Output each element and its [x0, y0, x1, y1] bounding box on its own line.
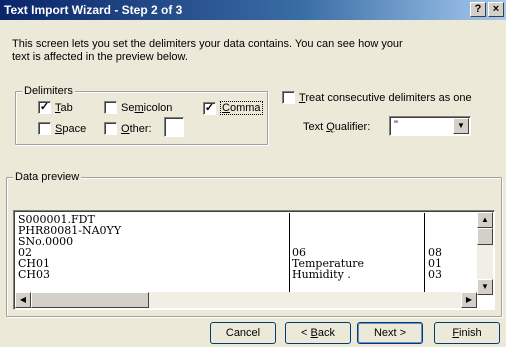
comma-checkbox[interactable]: ✓ Comma — [203, 101, 263, 115]
delimiters-group: Delimiters — [15, 85, 268, 145]
text-qualifier-label: Text Qualifier: — [303, 121, 371, 133]
space-checkbox[interactable]: Space — [38, 122, 86, 135]
help-button[interactable]: ? — [470, 2, 486, 17]
scroll-down-icon[interactable]: ▼ — [477, 279, 493, 295]
finish-button[interactable]: Finish — [434, 322, 500, 344]
column-break[interactable] — [289, 213, 290, 293]
semicolon-checkbox[interactable]: Semicolon — [104, 101, 172, 114]
horizontal-scrollbar[interactable]: ◀ ▶ — [15, 292, 477, 308]
title-bar: Text Import Wizard - Step 2 of 3 — [0, 0, 506, 20]
data-preview-legend: Data preview — [13, 171, 82, 183]
text-qualifier-value: " — [394, 119, 398, 131]
intro-text: This screen lets you set the delimiters … — [12, 38, 403, 63]
back-button[interactable]: < Back — [285, 322, 351, 344]
column-break[interactable] — [424, 213, 425, 293]
cancel-button[interactable]: Cancel — [210, 322, 276, 344]
data-preview-grid[interactable]: S000001.FDT PHR80081-NA0YY SNo.0000 02 0… — [13, 210, 495, 310]
text-qualifier-select[interactable]: " ▼ — [389, 116, 471, 136]
vertical-scroll-thumb[interactable] — [477, 228, 493, 245]
close-button[interactable]: × — [488, 2, 504, 17]
scroll-right-icon[interactable]: ▶ — [461, 292, 477, 308]
other-checkbox[interactable]: Other: — [104, 122, 152, 135]
vertical-scrollbar[interactable]: ▲ ▼ — [477, 212, 493, 295]
preview-row: CH03 Humidity . 03 — [18, 268, 442, 281]
chevron-down-icon[interactable]: ▼ — [453, 118, 469, 134]
delimiters-legend: Delimiters — [22, 85, 75, 97]
check-icon: ✓ — [203, 101, 216, 115]
next-button[interactable]: Next > — [357, 322, 423, 344]
tab-checkbox[interactable]: ✓ Tab — [38, 101, 73, 114]
horizontal-scroll-thumb[interactable] — [31, 292, 149, 308]
other-delimiter-input[interactable] — [164, 117, 184, 137]
scroll-up-icon[interactable]: ▲ — [477, 212, 493, 228]
scroll-left-icon[interactable]: ◀ — [15, 292, 31, 308]
window-title: Text Import Wizard - Step 2 of 3 — [4, 3, 183, 17]
treat-consecutive-checkbox[interactable]: Treat consecutive delimiters as one — [282, 91, 472, 104]
check-icon: ✓ — [38, 101, 51, 114]
